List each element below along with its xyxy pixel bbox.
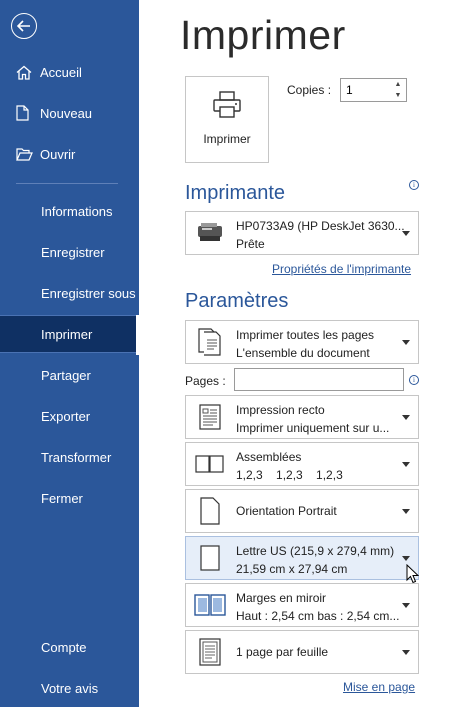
sidebar-item-label: Enregistrer sous: [41, 285, 136, 301]
sidebar-item-label: Enregistrer: [41, 244, 105, 260]
setting-line1: Lettre US (215,9 x 279,4 mm): [236, 544, 395, 558]
pages-label: Pages :: [185, 374, 226, 388]
copies-spinner[interactable]: ▲ ▼: [392, 81, 404, 99]
info-icon[interactable]: i: [409, 180, 419, 190]
setting-line2: Haut : 2,54 cm bas : 2,54 cm...: [236, 609, 400, 623]
collation-dropdown[interactable]: Assemblées 1,2,3 1,2,3 1,2,3: [185, 442, 419, 486]
margins-dropdown[interactable]: Marges en miroir Haut : 2,54 cm bas : 2,…: [185, 583, 419, 627]
setting-line1: 1 page par feuille: [236, 645, 329, 659]
sidebar-divider: [16, 183, 118, 184]
sidebar-item-nouveau[interactable]: Nouveau: [0, 94, 139, 132]
sidebar-item-enregistrer[interactable]: Enregistrer: [0, 233, 139, 271]
copies-stepper[interactable]: ▲ ▼: [340, 78, 407, 102]
printer-properties-link[interactable]: Propriétés de l'imprimante: [272, 262, 411, 276]
chevron-down-icon: [402, 556, 410, 561]
sidebar-item-label: Accueil: [40, 64, 82, 80]
setting-line2: 1,2,3 1,2,3 1,2,3: [236, 468, 343, 482]
spin-down-icon[interactable]: ▼: [395, 92, 402, 99]
sidebar-item-label: Ouvrir: [40, 146, 76, 162]
sidebar-item-label: Nouveau: [40, 105, 93, 121]
sidebar-item-label: Imprimer: [41, 326, 93, 342]
print-button-label: Imprimer: [203, 132, 251, 146]
info-icon[interactable]: i: [409, 375, 419, 385]
sidebar-item-label: Exporter: [41, 408, 91, 424]
printer-icon: [212, 91, 242, 124]
sidebar-item-label: Votre avis: [41, 680, 99, 696]
sidebar-item-label: Compte: [41, 639, 87, 655]
pages-per-sheet-icon: [192, 631, 228, 673]
new-document-icon: [16, 105, 40, 121]
spin-up-icon[interactable]: ▲: [395, 81, 402, 88]
printer-status: Prête: [236, 237, 265, 251]
copies-label: Copies :: [287, 83, 332, 97]
mouse-cursor-icon: [406, 563, 420, 589]
setting-line1: Assemblées: [236, 450, 302, 464]
portrait-icon: [192, 490, 228, 532]
chevron-down-icon: [402, 650, 410, 655]
sidebar-item-ouvrir[interactable]: Ouvrir: [0, 135, 139, 173]
sidebar-item-votre-avis[interactable]: Votre avis: [0, 669, 139, 707]
sidebar-item-label: Fermer: [41, 490, 83, 506]
collated-icon: [192, 443, 228, 485]
chevron-down-icon: [402, 603, 410, 608]
sidebar-item-fermer[interactable]: Fermer: [0, 479, 139, 517]
settings-section-title: Paramètres: [185, 290, 289, 312]
orientation-dropdown[interactable]: Orientation Portrait: [185, 489, 419, 533]
sidebar-item-imprimer[interactable]: Imprimer: [0, 315, 139, 355]
printer-section-title: Imprimante: [185, 182, 286, 204]
sidebar-item-label: Transformer: [41, 449, 112, 465]
print-button[interactable]: Imprimer: [185, 76, 269, 163]
open-folder-icon: [16, 147, 40, 161]
printer-device-icon: [192, 212, 228, 254]
sidebar-item-partager[interactable]: Partager: [0, 356, 139, 394]
duplex-dropdown[interactable]: Impression recto Imprimer uniquement sur…: [185, 395, 419, 439]
sidebar-item-label: Informations: [41, 203, 113, 219]
sidebar-item-compte[interactable]: Compte: [0, 628, 139, 666]
back-arrow-icon[interactable]: [11, 13, 37, 39]
backstage-sidebar: Accueil Nouveau Ouvrir Informations Enre…: [0, 0, 139, 707]
setting-line1: Impression recto: [236, 403, 325, 417]
sidebar-item-informations[interactable]: Informations: [0, 192, 139, 230]
setting-line1: Imprimer toutes les pages: [236, 328, 375, 342]
chevron-down-icon: [402, 509, 410, 514]
pages-per-sheet-dropdown[interactable]: 1 page par feuille: [185, 630, 419, 674]
copies-input[interactable]: [341, 79, 385, 101]
chevron-down-icon: [402, 231, 410, 236]
page-title: Imprimer: [180, 12, 346, 58]
sidebar-item-label: Partager: [41, 367, 91, 383]
paper-size-dropdown[interactable]: Lettre US (215,9 x 279,4 mm) 21,59 cm x …: [185, 536, 419, 580]
sidebar-item-enregistrer-sous[interactable]: Enregistrer sous: [0, 274, 139, 312]
sidebar-item-accueil[interactable]: Accueil: [0, 53, 139, 91]
setting-line1: Orientation Portrait: [236, 504, 337, 518]
setting-line2: L'ensemble du document: [236, 346, 370, 360]
margins-icon: [192, 584, 228, 626]
sidebar-item-exporter[interactable]: Exporter: [0, 397, 139, 435]
sidebar-item-transformer[interactable]: Transformer: [0, 438, 139, 476]
printer-name: HP0733A9 (HP DeskJet 3630...: [236, 219, 405, 233]
printer-dropdown[interactable]: HP0733A9 (HP DeskJet 3630... Prête: [185, 211, 419, 255]
home-icon: [16, 65, 40, 80]
pages-input[interactable]: [234, 368, 404, 391]
setting-line1: Marges en miroir: [236, 591, 327, 605]
chevron-down-icon: [402, 415, 410, 420]
setting-line2: Imprimer uniquement sur u...: [236, 421, 390, 435]
one-sided-icon: [192, 396, 228, 438]
chevron-down-icon: [402, 340, 410, 345]
print-range-dropdown[interactable]: Imprimer toutes les pages L'ensemble du …: [185, 320, 419, 364]
paper-size-icon: [192, 537, 228, 579]
setting-line2: 21,59 cm x 27,94 cm: [236, 562, 348, 576]
chevron-down-icon: [402, 462, 410, 467]
page-setup-link[interactable]: Mise en page: [343, 680, 415, 694]
pages-icon: [192, 321, 228, 363]
